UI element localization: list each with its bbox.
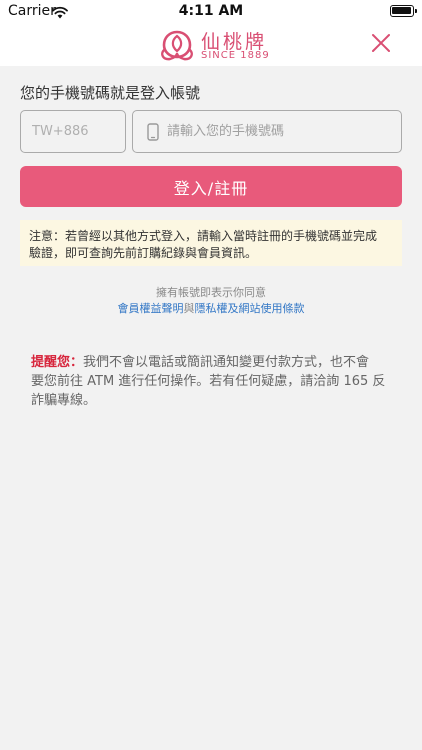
reminder-line-2: 要您前往 ATM 進行任何操作。若有任何疑慮，請洽詢 165 反 bbox=[31, 374, 386, 389]
country-code-input[interactable] bbox=[20, 110, 126, 153]
phone-field[interactable] bbox=[132, 110, 402, 153]
login-title: 您的手機號碼就是登入帳號 bbox=[20, 84, 201, 102]
reminder-text-1: 我們不會以電話或簡訊通知變更付款方式，也不會 bbox=[83, 355, 370, 370]
fraud-reminder: 提醒您：我們不會以電話或簡訊通知變更付款方式，也不會 要您前往 ATM 進行任何… bbox=[31, 353, 391, 410]
close-button[interactable] bbox=[370, 32, 392, 54]
reminder-label: 提醒您： bbox=[31, 355, 84, 370]
nav-bar: 仙桃牌 SINCE 1889 bbox=[0, 24, 422, 66]
notice-box: 注意：若曾經以其他方式登入，請輸入當時註冊的手機號碼並完成 驗證，即可查詢先前訂… bbox=[20, 220, 402, 266]
brand-since: SINCE 1889 bbox=[201, 50, 270, 61]
phone-number-input[interactable] bbox=[167, 112, 395, 151]
brand-logo: 仙桃牌 SINCE 1889 bbox=[158, 28, 269, 64]
close-icon[interactable] bbox=[370, 32, 392, 54]
member-rights-link[interactable]: 會員權益聲明 bbox=[118, 302, 184, 315]
privacy-terms-link[interactable]: 隱私權及網站使用條款 bbox=[195, 302, 305, 315]
consent-joiner: 與 bbox=[183, 302, 195, 315]
consent-links: 會員權益聲明與隱私權及網站使用條款 bbox=[0, 300, 422, 316]
battery-icon bbox=[390, 5, 414, 17]
login-register-button[interactable]: 登入/註冊 bbox=[20, 166, 402, 207]
status-bar: Carrier 4:11 AM bbox=[0, 0, 422, 24]
peach-logo-icon bbox=[161, 30, 193, 61]
reminder-line-3: 詐騙專線。 bbox=[31, 393, 97, 408]
notice-line-2: 驗證，即可查詢先前訂購紀錄與會員資訊。 bbox=[29, 246, 258, 260]
reminder-line-1: 提醒您：我們不會以電話或簡訊通知變更付款方式，也不會 bbox=[31, 353, 391, 372]
notice-line-1: 注意：若曾經以其他方式登入，請輸入當時註冊的手機號碼並完成 bbox=[29, 229, 378, 243]
consent-text: 擁有帳號即表示你同意 bbox=[156, 286, 266, 299]
mobile-phone-icon bbox=[147, 123, 159, 145]
clock-time: 4:11 AM bbox=[178, 3, 244, 19]
battery-tip bbox=[415, 9, 417, 13]
